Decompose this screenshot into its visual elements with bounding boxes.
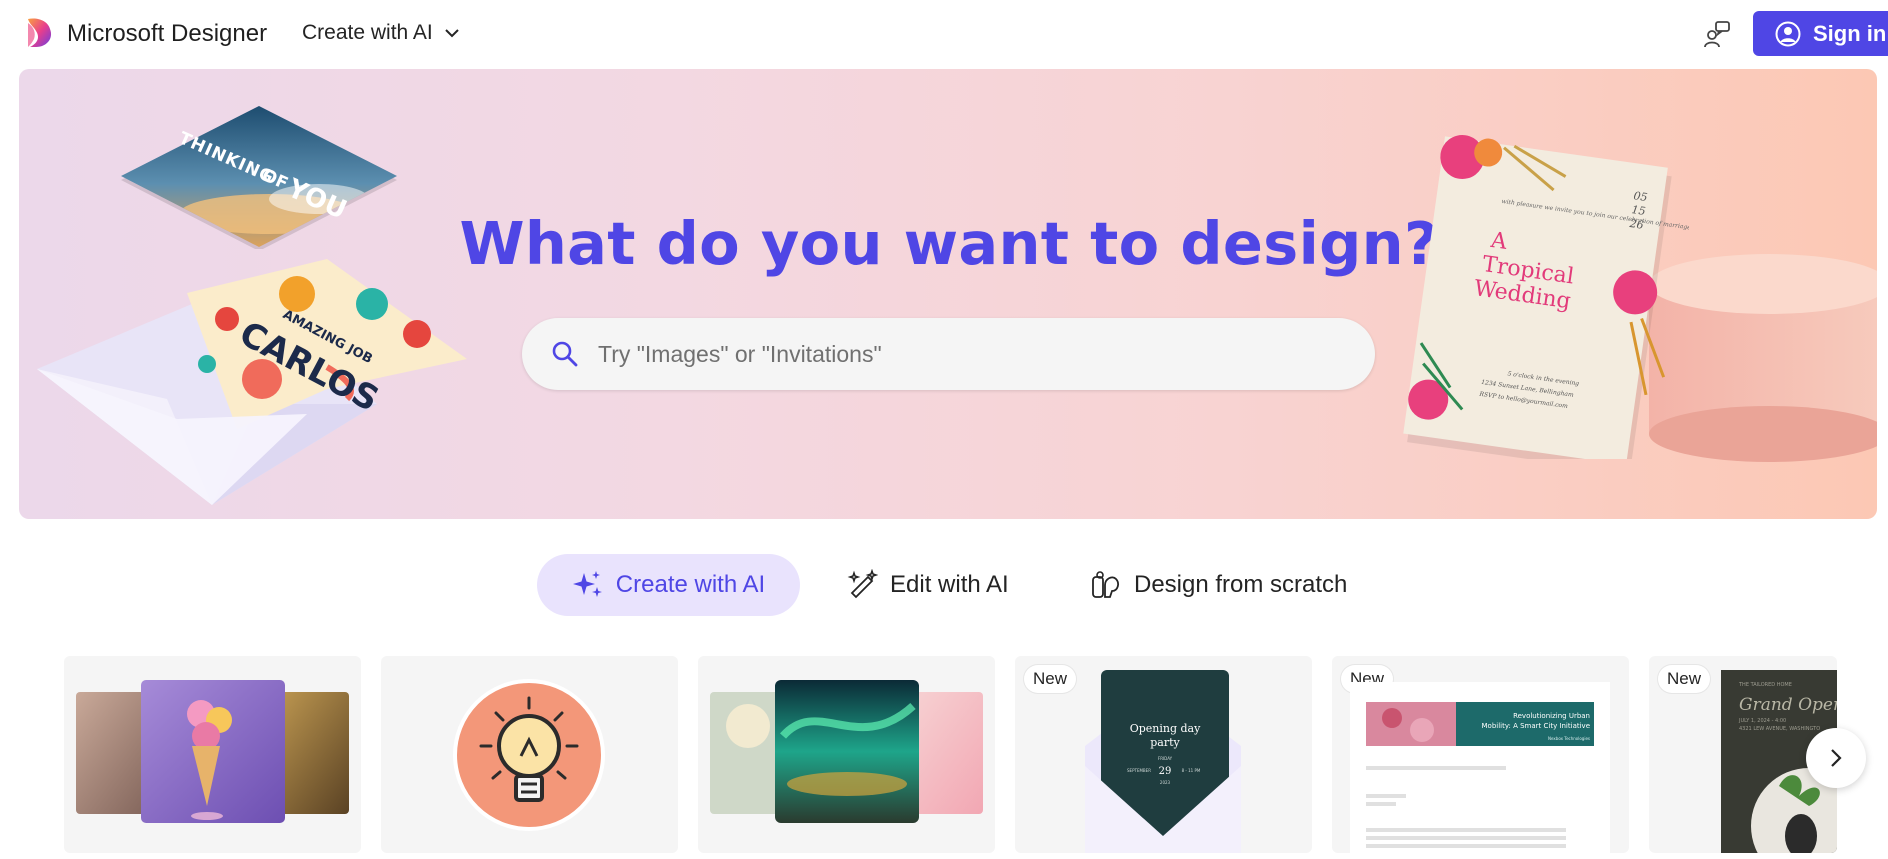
carousel-next-button[interactable] xyxy=(1806,728,1866,788)
magic-wand-icon xyxy=(847,569,878,599)
tab-label: Edit with AI xyxy=(890,571,1009,598)
search-icon xyxy=(552,341,578,367)
template-card-landscapes[interactable] xyxy=(698,656,995,853)
search-input[interactable] xyxy=(598,340,1298,368)
grand-card-address: 4321 LEW AVENUE, WASHINGTO xyxy=(1739,726,1820,732)
template-card-invitations[interactable]: New Opening day party FRIDAY SEPTEMBER 2… xyxy=(1015,656,1312,853)
doc-card-title-1: Revolutionizing Urban xyxy=(1513,712,1590,720)
document-preview-art: Revolutionizing Urban Mobility: A Smart … xyxy=(1350,682,1610,853)
tab-label: Design from scratch xyxy=(1134,571,1348,598)
brand-name[interactable]: Microsoft Designer xyxy=(67,20,267,48)
tab-create-with-ai[interactable]: Create with AI xyxy=(537,554,800,616)
doc-card-title-2: Mobility: A Smart City Initiative xyxy=(1482,722,1590,730)
images-preview-art xyxy=(76,680,349,823)
grand-card-title: Grand Openin xyxy=(1739,695,1837,715)
aurora-preview-art xyxy=(710,680,983,823)
sparkle-icon xyxy=(572,571,602,597)
amazing-job-card-art: AMAZING JOB CARLOS xyxy=(37,259,467,505)
chevron-right-icon xyxy=(1831,749,1842,767)
doc-card-author: Nexbox Technologies xyxy=(1548,736,1590,741)
template-card-ideas[interactable] xyxy=(381,656,678,853)
sign-in-label: Sign in xyxy=(1813,20,1887,46)
invite-card-month: SEPTEMBER xyxy=(1127,768,1151,773)
mode-tabs: Create with AI Edit with AI Design from … xyxy=(0,554,1888,616)
tropical-wedding-card-art: 05 15 26 with pleasure we invite you to … xyxy=(1403,134,1689,459)
grand-card-date: JULY 1, 2024 - 4:00 xyxy=(1738,718,1786,724)
invite-preview-art: Opening day party FRIDAY SEPTEMBER 29 8 … xyxy=(1085,670,1241,853)
hero-banner: THINKING OF YOU AMAZING JOB CARLOS What … xyxy=(19,69,1877,519)
invite-card-title-2: party xyxy=(1150,736,1180,749)
chevron-down-icon xyxy=(445,29,459,38)
shapes-icon xyxy=(1092,571,1119,598)
search-bar[interactable] xyxy=(522,318,1375,390)
person-circle-icon xyxy=(1775,21,1801,46)
microsoft-designer-logo[interactable] xyxy=(26,17,56,49)
lightbulb-icon xyxy=(453,679,605,831)
invite-card-time: 8 - 11 PM xyxy=(1182,768,1201,773)
tab-edit-with-ai[interactable]: Edit with AI xyxy=(846,554,1009,616)
tab-design-from-scratch[interactable]: Design from scratch xyxy=(1090,554,1347,616)
top-bar: Microsoft Designer Create with AI Sign i… xyxy=(0,0,1888,68)
template-carousel: New Opening day party FRIDAY SEPTEMBER 2… xyxy=(64,656,1837,859)
dropdown-label: Create with AI xyxy=(302,21,433,44)
invite-card-date: 29 xyxy=(1159,766,1172,777)
feedback-icon[interactable] xyxy=(1702,19,1732,49)
template-card-documents[interactable]: New Revolutionizing Urban Mobility: A Sm… xyxy=(1332,656,1629,853)
sign-in-button[interactable]: Sign in xyxy=(1753,11,1888,56)
invite-card-day: FRIDAY xyxy=(1158,756,1173,761)
invite-date-1: 05 xyxy=(1633,189,1649,204)
create-with-ai-dropdown[interactable]: Create with AI xyxy=(302,21,461,45)
invite-card-year: 2023 xyxy=(1160,780,1171,785)
template-card-images[interactable] xyxy=(64,656,361,853)
tab-label: Create with AI xyxy=(615,571,766,598)
grand-card-kicker: THE TAILORED HOME xyxy=(1738,682,1792,688)
invite-card-title-1: Opening day xyxy=(1130,722,1201,735)
